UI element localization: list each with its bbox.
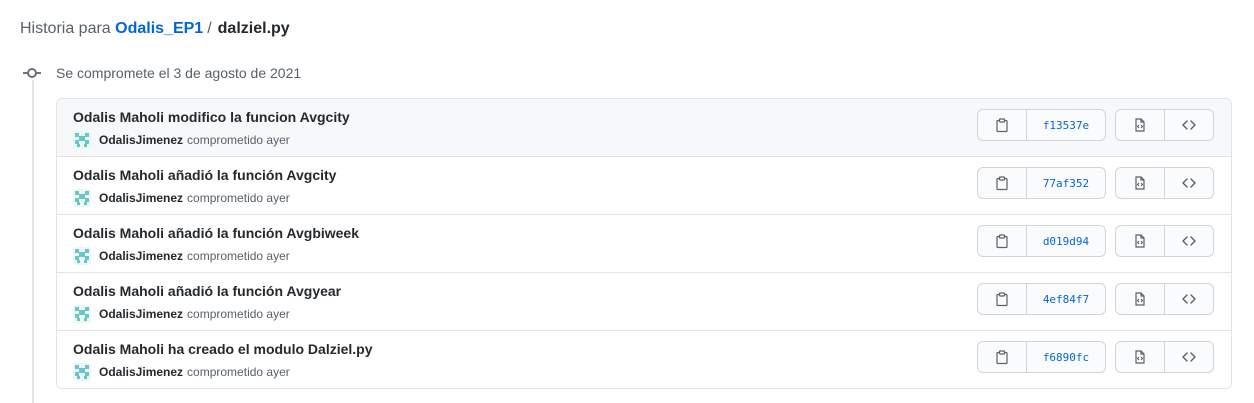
commit-time: comprometido ayer <box>187 307 290 321</box>
author-link[interactable]: OdalisJimenez <box>99 133 183 147</box>
code-icon <box>1182 352 1196 362</box>
copy-sha-button[interactable] <box>977 225 1027 257</box>
page-title: Historia para Odalis_EP1/ dalziel.py <box>20 18 290 40</box>
sha-button-group: f6890fc <box>977 341 1106 373</box>
sha-button-group: f13537e <box>977 109 1106 141</box>
avatar[interactable] <box>73 247 91 265</box>
commit-time: comprometido ayer <box>187 365 290 379</box>
browse-button-group <box>1115 225 1214 257</box>
commit-message-link[interactable]: Odalis Maholi modifico la funcion Avgcit… <box>73 109 350 125</box>
commit-time: comprometido ayer <box>187 133 290 147</box>
browse-file-button[interactable] <box>1115 341 1165 373</box>
file-code-icon <box>1135 292 1145 306</box>
commit-list: Odalis Maholi modifico la funcion Avgcit… <box>56 98 1232 389</box>
timeline-line <box>32 80 34 403</box>
copy-sha-button[interactable] <box>977 341 1027 373</box>
sha-button-group: d019d94 <box>977 225 1106 257</box>
commit-row: Odalis Maholi modifico la funcion Avgcit… <box>57 99 1231 156</box>
browse-code-button[interactable] <box>1164 225 1214 257</box>
browse-button-group <box>1115 283 1214 315</box>
commit-row: Odalis Maholi añadió la función Avgyear … <box>57 272 1231 330</box>
browse-file-button[interactable] <box>1115 225 1165 257</box>
commit-meta: OdalisJimenez comprometido ayer <box>73 131 290 149</box>
commit-meta: OdalisJimenez comprometido ayer <box>73 363 290 381</box>
avatar[interactable] <box>73 131 91 149</box>
author-link[interactable]: OdalisJimenez <box>99 307 183 321</box>
clipboard-icon <box>996 350 1008 365</box>
file-code-icon <box>1135 118 1145 132</box>
copy-sha-button[interactable] <box>977 167 1027 199</box>
commit-sha-link[interactable]: d019d94 <box>1026 225 1106 257</box>
browse-button-group <box>1115 109 1214 141</box>
file-code-icon <box>1135 350 1145 364</box>
copy-sha-button[interactable] <box>977 283 1027 315</box>
commit-sha-link[interactable]: f13537e <box>1026 109 1106 141</box>
commit-meta: OdalisJimenez comprometido ayer <box>73 305 290 323</box>
commit-sha-link[interactable]: f6890fc <box>1026 341 1106 373</box>
browse-code-button[interactable] <box>1164 341 1214 373</box>
browse-code-button[interactable] <box>1164 109 1214 141</box>
commit-time: comprometido ayer <box>187 249 290 263</box>
sha-button-group: 4ef84f7 <box>977 283 1106 315</box>
browse-file-button[interactable] <box>1115 109 1165 141</box>
copy-sha-button[interactable] <box>977 109 1027 141</box>
commit-row: Odalis Maholi ha creado el modulo Dalzie… <box>57 330 1231 388</box>
commit-sha-link[interactable]: 77af352 <box>1026 167 1106 199</box>
author-link[interactable]: OdalisJimenez <box>99 249 183 263</box>
commit-row: Odalis Maholi añadió la función Avgbiwee… <box>57 214 1231 272</box>
commit-row: Odalis Maholi añadió la función Avgcity … <box>57 156 1231 214</box>
code-icon <box>1182 236 1196 246</box>
commit-time: comprometido ayer <box>187 191 290 205</box>
browse-file-button[interactable] <box>1115 283 1165 315</box>
repo-link[interactable]: Odalis_EP1 <box>115 20 203 37</box>
avatar[interactable] <box>73 363 91 381</box>
avatar[interactable] <box>73 189 91 207</box>
clipboard-icon <box>996 118 1008 133</box>
browse-code-button[interactable] <box>1164 167 1214 199</box>
commit-message-link[interactable]: Odalis Maholi añadió la función Avgcity <box>73 167 336 183</box>
code-icon <box>1182 294 1196 304</box>
commit-meta: OdalisJimenez comprometido ayer <box>73 247 290 265</box>
commit-message-link[interactable]: Odalis Maholi añadió la función Avgbiwee… <box>73 225 359 241</box>
commit-sha-link[interactable]: 4ef84f7 <box>1026 283 1106 315</box>
clipboard-icon <box>996 234 1008 249</box>
git-commit-icon <box>22 63 42 83</box>
history-prefix: Historia para <box>20 20 111 37</box>
commit-date-label: Se compromete el 3 de agosto de 2021 <box>56 65 302 81</box>
browse-file-button[interactable] <box>1115 167 1165 199</box>
browse-code-button[interactable] <box>1164 283 1214 315</box>
code-icon <box>1182 120 1196 130</box>
commit-date-group: Se compromete el 3 de agosto de 2021 <box>22 62 301 84</box>
clipboard-icon <box>996 292 1008 307</box>
avatar[interactable] <box>73 305 91 323</box>
browse-button-group <box>1115 341 1214 373</box>
author-link[interactable]: OdalisJimenez <box>99 365 183 379</box>
commit-message-link[interactable]: Odalis Maholi añadió la función Avgyear <box>73 283 341 299</box>
code-icon <box>1182 178 1196 188</box>
author-link[interactable]: OdalisJimenez <box>99 191 183 205</box>
commit-meta: OdalisJimenez comprometido ayer <box>73 189 290 207</box>
file-code-icon <box>1135 234 1145 248</box>
path-separator: / <box>207 20 212 37</box>
browse-button-group <box>1115 167 1214 199</box>
sha-button-group: 77af352 <box>977 167 1106 199</box>
clipboard-icon <box>996 176 1008 191</box>
commit-message-link[interactable]: Odalis Maholi ha creado el modulo Dalzie… <box>73 341 373 357</box>
file-name: dalziel.py <box>217 20 290 37</box>
file-code-icon <box>1135 176 1145 190</box>
